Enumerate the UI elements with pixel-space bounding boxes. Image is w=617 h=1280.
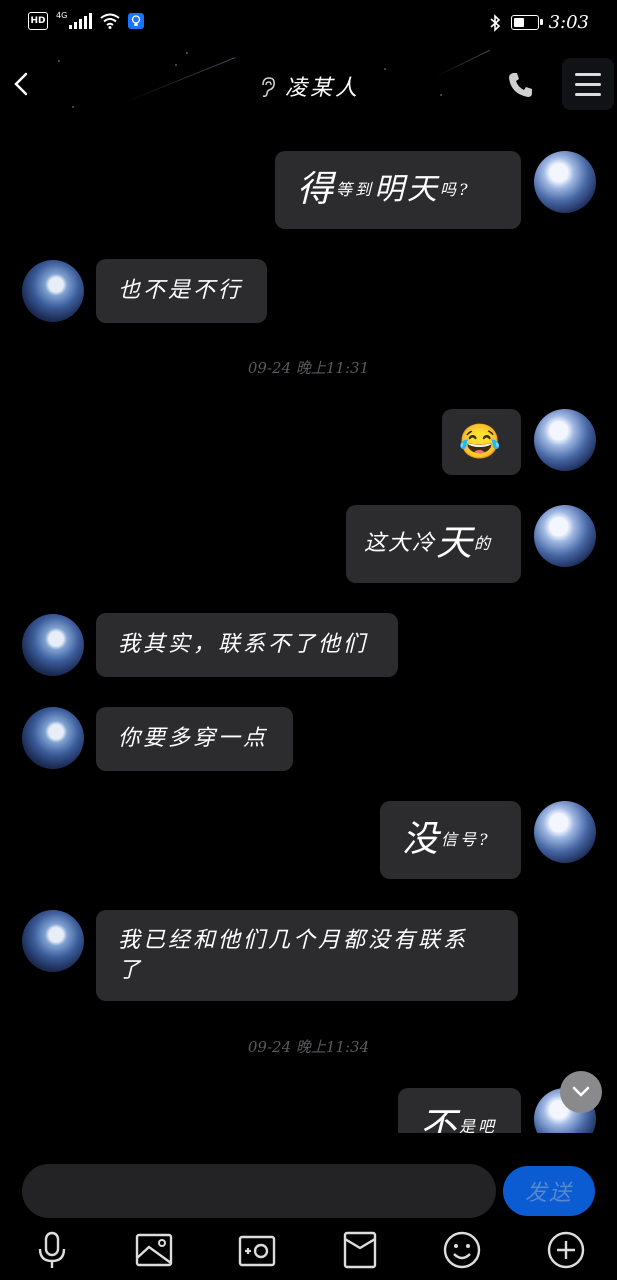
message-text: 天 [436, 523, 475, 564]
message-text: 我其实，联系不了他们 [118, 632, 369, 657]
my-avatar[interactable] [534, 505, 596, 567]
message-bubble-sent[interactable]: 没信号? [380, 801, 521, 879]
menu-button[interactable] [562, 58, 614, 110]
network-type: 4G [56, 10, 68, 20]
message-bubble-sent[interactable]: 😂 [442, 409, 521, 475]
message-text: 是吧 [459, 1117, 498, 1133]
my-avatar[interactable] [534, 151, 596, 213]
contact-avatar[interactable] [22, 260, 84, 322]
microphone-icon[interactable] [32, 1230, 72, 1270]
contact-avatar[interactable] [22, 707, 84, 769]
hd-icon: HD [28, 12, 48, 30]
timestamp: 09-24 晚上11:34 [247, 1038, 370, 1056]
menu-line [575, 82, 601, 86]
ear-icon [262, 77, 275, 98]
clock: 3:03 [548, 12, 589, 33]
message-bubble-sent[interactable]: 不是吧 [398, 1088, 521, 1133]
message-input[interactable] [22, 1164, 496, 1218]
message-bubble-sent[interactable]: 得等到 明天 吗? [275, 151, 521, 229]
status-bar: HD 4G 3:03 [0, 0, 617, 46]
message-bubble-received[interactable]: 我已经和他们几个月都没有联系 了 [96, 910, 518, 1001]
send-button[interactable]: 发送 [503, 1166, 595, 1216]
message-text: 得 [297, 169, 337, 210]
chat-header: 凌某人 [0, 46, 617, 126]
wifi-icon [100, 13, 120, 29]
contact-avatar[interactable] [22, 910, 84, 972]
battery-icon [510, 15, 543, 30]
my-avatar[interactable] [534, 801, 596, 863]
toolbar [0, 1230, 617, 1280]
message-text: 也不是不行 [118, 278, 244, 303]
message-text: 的 [474, 534, 493, 553]
message-bubble-received[interactable]: 你要多穿一点 [96, 707, 293, 771]
message-list[interactable]: 得等到 明天 吗? 也不是不行 09-24 晚上11:31 😂 这大冷天的 我其实，… [0, 130, 617, 1133]
bluetooth-icon [490, 13, 500, 32]
image-icon[interactable] [134, 1230, 174, 1270]
camera-icon[interactable] [237, 1230, 277, 1270]
message-text: 不 [420, 1106, 460, 1134]
my-avatar[interactable] [534, 409, 596, 471]
message-text: 信号? [441, 830, 491, 849]
chevron-down-icon [572, 1086, 590, 1097]
message-text: 吗? [440, 180, 471, 199]
lightbulb-icon [128, 13, 145, 29]
input-bar: 发送 [0, 1140, 617, 1280]
message-bubble-sent[interactable]: 这大冷天的 [346, 505, 521, 583]
message-bubble-received[interactable]: 也不是不行 [96, 259, 267, 323]
message-text: 我已经和他们几个月都没有联系 [118, 928, 469, 953]
menu-line [575, 72, 601, 76]
message-text: 这大冷 [364, 531, 437, 556]
contact-name: 凌某人 [284, 76, 360, 101]
scroll-to-bottom-button[interactable] [560, 1071, 602, 1113]
message-text: 等到 [336, 180, 375, 199]
message-text: 了 [118, 958, 144, 983]
laughing-emoji: 😂 [458, 422, 505, 462]
message-bubble-received[interactable]: 我其实，联系不了他们 [96, 613, 398, 677]
message-text: 明天 [374, 172, 441, 207]
contact-avatar[interactable] [22, 614, 84, 676]
menu-line [575, 92, 601, 96]
message-text: 没 [402, 819, 442, 860]
emoji-icon[interactable] [442, 1230, 482, 1270]
red-packet-icon[interactable] [340, 1230, 380, 1270]
plus-icon[interactable] [546, 1230, 586, 1270]
signal-icon [69, 13, 93, 29]
phone-icon[interactable] [506, 70, 536, 100]
timestamp: 09-24 晚上11:31 [247, 359, 370, 377]
message-text: 你要多穿一点 [118, 726, 269, 751]
